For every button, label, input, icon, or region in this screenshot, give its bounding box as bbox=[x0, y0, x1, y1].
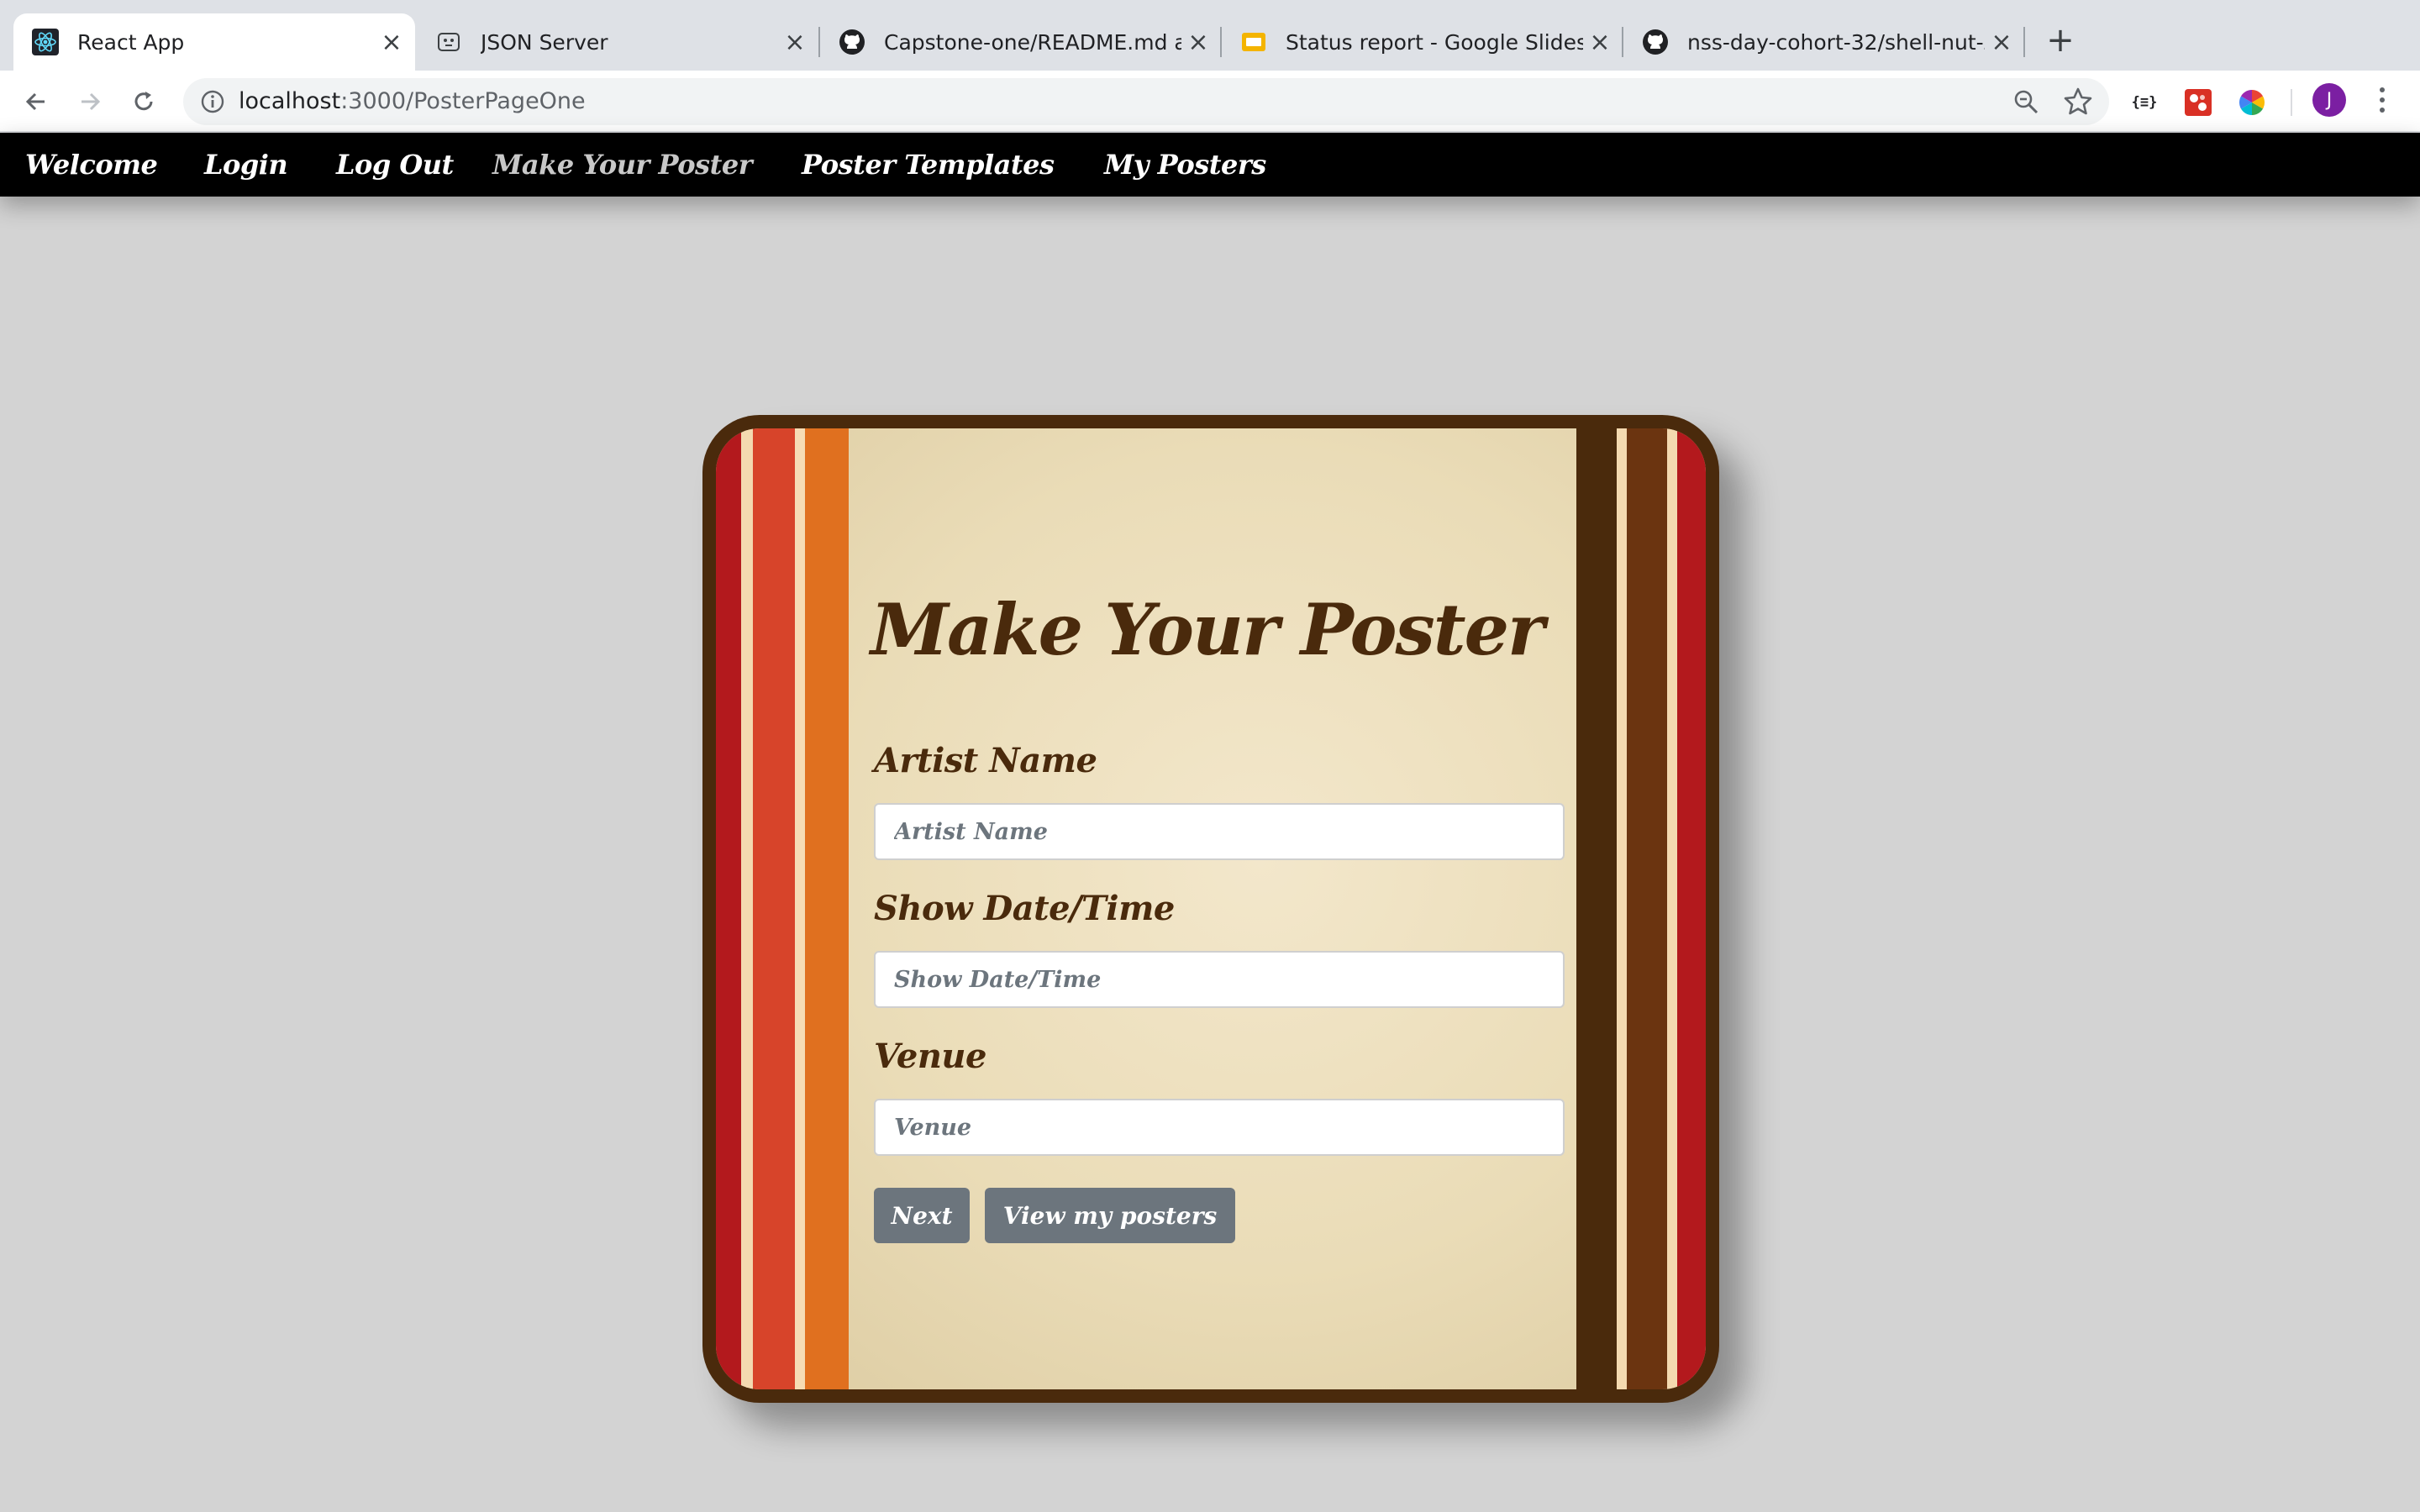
close-icon[interactable]: × bbox=[778, 25, 812, 59]
bookmark-star-icon[interactable] bbox=[2062, 86, 2094, 118]
tab-json-server[interactable]: JSON Server × bbox=[417, 13, 818, 71]
stripe-right-cream bbox=[1617, 428, 1627, 1389]
close-icon[interactable]: × bbox=[1583, 25, 1617, 59]
color-wheel-extension-icon[interactable] bbox=[2235, 86, 2269, 119]
view-my-posters-button[interactable]: View my posters bbox=[985, 1188, 1235, 1243]
info-icon[interactable] bbox=[200, 89, 225, 114]
poster-card: Make Your Poster Artist Name Show Date/T… bbox=[702, 415, 1719, 1403]
nav-login[interactable]: Login bbox=[204, 133, 288, 197]
nav-welcome[interactable]: Welcome bbox=[25, 133, 158, 197]
close-icon[interactable]: × bbox=[1181, 25, 1215, 59]
venue-input[interactable] bbox=[874, 1099, 1565, 1156]
browser-menu-icon[interactable] bbox=[2368, 82, 2396, 118]
back-arrow-icon[interactable] bbox=[15, 81, 57, 123]
venue-label: Venue bbox=[874, 1037, 986, 1076]
stripe-right-cream-2 bbox=[1667, 428, 1677, 1389]
address-bar[interactable]: localhost:3000/PosterPageOne bbox=[183, 78, 2109, 125]
browser-toolbar: localhost:3000/PosterPageOne {≡} bbox=[0, 71, 2420, 133]
tab-separator bbox=[2023, 27, 2025, 57]
tab-google-slides[interactable]: Status report - Google Slides × bbox=[1222, 13, 1623, 71]
stripe-left-orange bbox=[805, 428, 849, 1389]
url-text: localhost:3000/PosterPageOne bbox=[239, 78, 586, 125]
show-date-time-label: Show Date/Time bbox=[874, 889, 1175, 928]
profile-avatar[interactable]: J bbox=[2312, 83, 2346, 117]
nav-my-posters[interactable]: My Posters bbox=[1104, 133, 1266, 197]
github-icon bbox=[1642, 29, 1669, 55]
close-icon[interactable]: × bbox=[1985, 25, 2018, 59]
stripe-left-cream bbox=[741, 428, 753, 1389]
browser-tab-bar: React App × JSON Server × Capstone-one/R… bbox=[0, 0, 2420, 71]
stripe-right-brown bbox=[1627, 428, 1667, 1389]
toolbar-separator bbox=[2291, 89, 2292, 116]
react-icon bbox=[32, 29, 59, 55]
tab-capstone-readme[interactable]: Capstone-one/README.md at × bbox=[820, 13, 1222, 71]
poster-paper: Make Your Poster Artist Name Show Date/T… bbox=[716, 428, 1706, 1389]
tab-title: JSON Server bbox=[481, 29, 608, 55]
google-slides-icon bbox=[1240, 29, 1267, 55]
page-title: Make Your Poster bbox=[871, 588, 1544, 671]
url-path: :3000/PosterPageOne bbox=[340, 88, 586, 114]
tab-title: React App bbox=[77, 29, 185, 55]
artist-name-label: Artist Name bbox=[874, 741, 1097, 780]
stripe-right-red bbox=[1677, 428, 1706, 1389]
nav-make-your-poster[interactable]: Make Your Poster bbox=[492, 133, 753, 197]
stripe-left-red bbox=[716, 428, 741, 1389]
nav-poster-templates[interactable]: Poster Templates bbox=[802, 133, 1055, 197]
json-server-icon bbox=[435, 29, 462, 55]
artist-name-input[interactable] bbox=[874, 803, 1565, 860]
next-button[interactable]: Next bbox=[874, 1188, 970, 1243]
nav-log-out[interactable]: Log Out bbox=[336, 133, 454, 197]
tab-react-app[interactable]: React App × bbox=[13, 13, 415, 71]
close-icon[interactable]: × bbox=[375, 25, 408, 59]
reload-icon[interactable] bbox=[123, 81, 165, 123]
extension-red-icon[interactable] bbox=[2181, 86, 2215, 119]
forward-arrow-icon[interactable] bbox=[69, 81, 111, 123]
tab-title: Status report - Google Slides bbox=[1286, 29, 1583, 55]
tab-shell-nut[interactable]: nss-day-cohort-32/shell-nut-z × bbox=[1623, 13, 2025, 71]
show-date-time-input[interactable] bbox=[874, 951, 1565, 1008]
tab-title: nss-day-cohort-32/shell-nut-z bbox=[1687, 29, 1985, 55]
url-host: localhost bbox=[239, 88, 341, 114]
github-icon bbox=[839, 29, 865, 55]
app-navbar: Welcome Login Log Out Make Your Poster P… bbox=[0, 133, 2420, 197]
stripe-left-redorange bbox=[753, 428, 795, 1389]
zoom-icon[interactable] bbox=[2012, 87, 2040, 116]
json-viewer-extension-icon[interactable]: {≡} bbox=[2128, 86, 2161, 119]
stripe-right-darkbrown bbox=[1576, 428, 1617, 1389]
tab-title: Capstone-one/README.md at bbox=[884, 29, 1181, 55]
stripe-left-cream-2 bbox=[795, 428, 805, 1389]
new-tab-plus-icon[interactable]: + bbox=[2040, 20, 2081, 60]
